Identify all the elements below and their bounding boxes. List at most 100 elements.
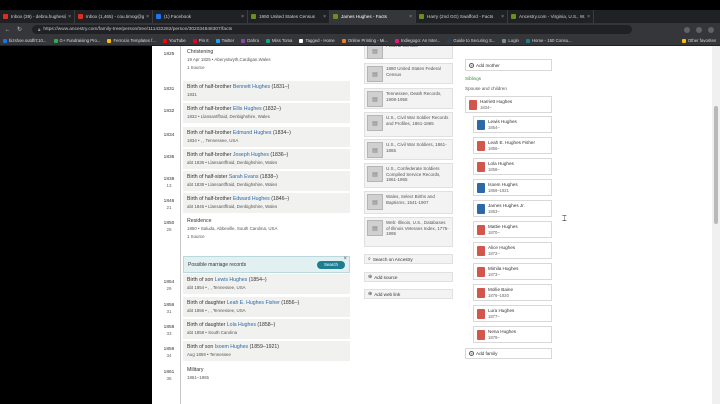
source-card[interactable]: ▤ 1880 United States Federal Census (364, 63, 453, 84)
person-card[interactable]: Harriett Hughes 1834– (465, 96, 552, 113)
scroll-thumb[interactable] (714, 106, 718, 224)
person-card[interactable]: Leah E. Hughes Fisher 1856– (473, 137, 552, 154)
person-card[interactable]: Mattie Hughes 1870– (473, 221, 552, 238)
event-source-count[interactable]: 1 Source (187, 65, 346, 70)
person-card[interactable]: Mimila Hughes 1873– (473, 263, 552, 280)
favicon-icon (511, 14, 516, 19)
source-card[interactable]: ▤ U.S., Confederate Soldiers Compiled Ser… (364, 163, 453, 188)
person-card[interactable]: Lura Hughes 1877– (473, 305, 552, 322)
siblings-toggle[interactable]: Siblings (465, 76, 481, 81)
browser-tab[interactable]: Inbox (39) - debra.hughes@ma...× (0, 10, 75, 23)
bookmark-item[interactable]: Twitter (215, 38, 235, 43)
bookmark-item[interactable]: Miss Toma (265, 38, 292, 43)
person-card[interactable]: Lola Hughes 1858– (473, 158, 552, 175)
browser-tab[interactable]: Harry (2nd GG) Swafford - Facts × (416, 10, 508, 23)
browser-tab[interactable]: Inbox (1,465) - cou.timog@gma...× (75, 10, 153, 23)
bookmark-item[interactable]: Online Printing - Mi... (341, 38, 388, 43)
bookmark-icon (192, 38, 197, 43)
browser-tab[interactable]: 1950 United States Census × (248, 10, 330, 23)
browser-window: Inbox (39) - debra.hughes@ma...×Inbox (1… (0, 0, 720, 404)
bookmark-item[interactable]: Pin It (192, 38, 209, 43)
bookmark-item[interactable]: bizshoe.sutdfrt:10... (3, 38, 47, 43)
relative-link[interactable]: Bennett Hughes (233, 84, 270, 90)
relative-link[interactable]: Edmund Hughes (233, 130, 272, 136)
timeline-event[interactable]: Birth of son Lewis Hughes (1854–) abt 185… (183, 274, 350, 294)
close-tab-icon[interactable]: × (146, 14, 149, 20)
url-input[interactable]: 🔒︎ https://www.ancestry.com/family-tree/… (32, 25, 632, 34)
refresh-icon[interactable]: ↻ (15, 25, 24, 34)
back-icon[interactable]: ← (3, 25, 12, 34)
add-web-link-button[interactable]: ⊕ Add web link (364, 289, 453, 299)
extensions-icon[interactable] (696, 26, 702, 33)
timeline-event[interactable]: Birth of daughter Leah E. Hughes Fisher … (183, 297, 350, 317)
year-text: 1831 (163, 87, 175, 92)
person-card[interactable]: Isoem Hughes 1859–1921 (473, 179, 552, 196)
browser-tab[interactable]: Ancestry.com - Virginia, U.S., W... × (508, 10, 594, 23)
bookmark-item[interactable]: G+ Fundraising Pro... (53, 38, 100, 43)
timeline-event[interactable]: Birth of half-brother Edward Hughes (184… (183, 193, 350, 213)
person-info: Harriett Hughes 1834– (480, 99, 512, 110)
bookmark-label: Twitter (221, 38, 235, 43)
search-on-ancestry-link[interactable]: ⌕ Search on Ancestry (364, 254, 453, 264)
bookmark-item[interactable]: Dahra (241, 38, 259, 43)
close-tab-icon[interactable]: × (68, 14, 71, 20)
timeline-event[interactable]: Birth of daughter Lola Hughes (1858–) abt… (183, 319, 350, 339)
close-tab-icon[interactable]: × (409, 14, 412, 20)
bookmark-item[interactable]: Tagged - Home (299, 38, 335, 43)
relative-link[interactable]: Ellis Hughes (233, 106, 262, 112)
bookmark-item[interactable]: YouTube (162, 38, 186, 43)
relative-link[interactable]: Isoem Hughes (215, 344, 248, 350)
bookmark-icon (265, 38, 270, 43)
timeline-event[interactable]: Birth of half-brother Ellis Hughes (1832… (183, 103, 350, 123)
relative-link[interactable]: Edward Hughes (233, 196, 270, 202)
source-card[interactable]: ▤Federal Census (364, 46, 453, 59)
relative-link[interactable]: Lewis Hughes (215, 277, 248, 283)
search-marriage-button[interactable]: Search (317, 260, 345, 269)
bookmark-icon (215, 38, 220, 43)
add-mother-button[interactable]: + Add mother (465, 59, 552, 71)
person-card[interactable]: Mollie Baine 1876–1920 (473, 284, 552, 301)
person-years: 1870– (488, 229, 500, 235)
source-card[interactable]: ▤ U.S., Civil War Soldier Records and Pro… (364, 112, 453, 137)
close-tab-icon[interactable]: × (241, 14, 244, 20)
close-tab-icon[interactable]: × (587, 14, 590, 20)
timeline-event[interactable]: Birth of half-brother Bennett Hughes (18… (183, 81, 350, 101)
bookmark-item[interactable]: Ferrocio Templates f... (107, 38, 156, 43)
bookmark-item[interactable]: Home - 150 Consu... (525, 38, 572, 43)
timeline-event[interactable]: Christening 19 Apr 1825 • Aberystwyth,Car… (183, 46, 350, 76)
source-card[interactable]: ▤ Wales, Select Births and Baptisms, 1541… (364, 191, 453, 214)
person-card[interactable]: Alice Hughes 1872– (473, 242, 552, 259)
other-favorites[interactable]: Other favorites (681, 38, 716, 43)
person-card[interactable]: Nena Hughes 1879– (473, 326, 552, 343)
timeline-event[interactable]: Birth of half-brother Edmund Hughes (183… (183, 127, 350, 147)
event-source-count[interactable]: 1 Source (187, 234, 346, 239)
add-family-button[interactable]: + Add family (465, 348, 552, 359)
profile-icon[interactable] (708, 26, 714, 33)
bookmark-item[interactable]: Login (502, 38, 519, 43)
relative-link[interactable]: Sarah Evans (229, 174, 259, 180)
bookmark-item[interactable]: Guide to Securing S... (447, 38, 495, 43)
favorites-icon[interactable] (684, 26, 690, 33)
source-card[interactable]: ▤ Tennessee, Death Records, 1908-1958 (364, 88, 453, 109)
browser-tab[interactable]: James Hughes - Facts × (330, 10, 416, 23)
source-card[interactable]: ▤ U.S., Civil War Soldiers, 1861-1865 (364, 139, 453, 160)
relative-link[interactable]: Lola Hughes (227, 322, 256, 328)
browser-tab[interactable]: (1) Facebook × (153, 10, 248, 23)
add-source-button[interactable]: ⊕ Add source (364, 272, 453, 282)
timeline-event[interactable]: Military 1861–1865 (183, 364, 350, 404)
page-scrollbar[interactable] (712, 46, 720, 404)
timeline-event[interactable]: Birth of half-brother Joseph Hughes (183… (183, 149, 350, 169)
bookmark-item[interactable]: Indiegogo: An Inter... (394, 38, 440, 43)
source-card[interactable]: ▤ Web: Illinois, U.S., Databases of Illin… (364, 217, 453, 247)
timeline-event[interactable]: Birth of son Isoem Hughes (1859–1921) Aug… (183, 341, 350, 361)
close-tab-icon[interactable]: × (501, 14, 504, 20)
person-card[interactable]: James Hughes Jr. 1863– (473, 200, 552, 217)
close-icon[interactable]: × (343, 256, 347, 262)
person-card[interactable]: Lewis Hughes 1854– (473, 116, 552, 133)
age-text: 36 (166, 375, 172, 381)
timeline-event[interactable]: Residence 1850 • Saluda, Abbeville, South… (183, 215, 350, 253)
relative-link[interactable]: Joseph Hughes (233, 152, 269, 158)
relative-link[interactable]: Leah E. Hughes Fisher (227, 300, 280, 306)
timeline-event[interactable]: Birth of half-sister Sarah Evans (1838–)… (183, 171, 350, 191)
close-tab-icon[interactable]: × (323, 14, 326, 20)
